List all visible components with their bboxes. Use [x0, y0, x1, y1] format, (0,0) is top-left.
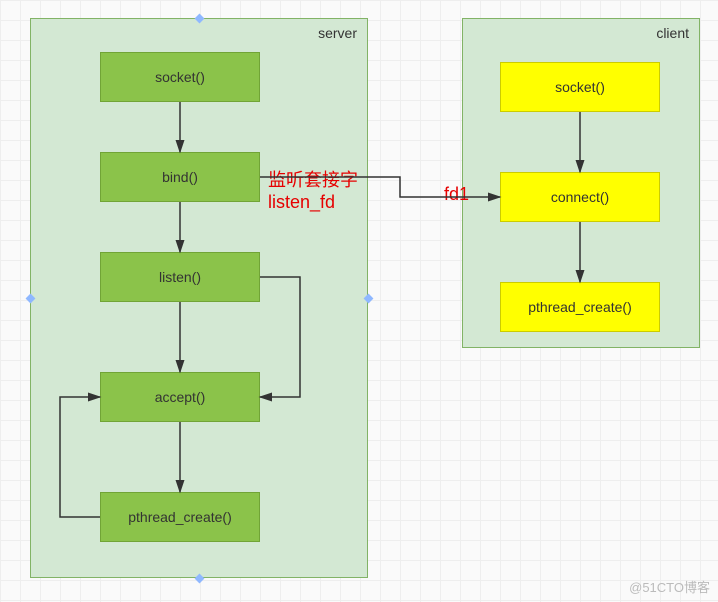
node-label: connect() [551, 189, 609, 205]
node-label: accept() [155, 389, 206, 405]
node-label: bind() [162, 169, 198, 185]
node-label: listen() [159, 269, 201, 285]
server-node-listen[interactable]: listen() [100, 252, 260, 302]
node-label: socket() [555, 79, 605, 95]
client-node-pthread-create[interactable]: pthread_create() [500, 282, 660, 332]
label-listen-fd-line2: listen_fd [268, 192, 335, 212]
server-node-socket[interactable]: socket() [100, 52, 260, 102]
node-label: pthread_create() [528, 299, 632, 315]
label-listen-fd: 监听套接字 listen_fd [268, 170, 358, 213]
watermark: @51CTO博客 [629, 577, 710, 596]
client-node-connect[interactable]: connect() [500, 172, 660, 222]
label-fd1-text: fd1 [444, 184, 469, 204]
label-listen-fd-line1: 监听套接字 [268, 170, 358, 190]
label-fd1: fd1 [444, 184, 469, 206]
server-node-bind[interactable]: bind() [100, 152, 260, 202]
node-label: socket() [155, 69, 205, 85]
server-node-pthread-create[interactable]: pthread_create() [100, 492, 260, 542]
server-node-accept[interactable]: accept() [100, 372, 260, 422]
client-node-socket[interactable]: socket() [500, 62, 660, 112]
node-label: pthread_create() [128, 509, 232, 525]
server-title: server [318, 25, 357, 41]
client-title: client [656, 25, 689, 41]
